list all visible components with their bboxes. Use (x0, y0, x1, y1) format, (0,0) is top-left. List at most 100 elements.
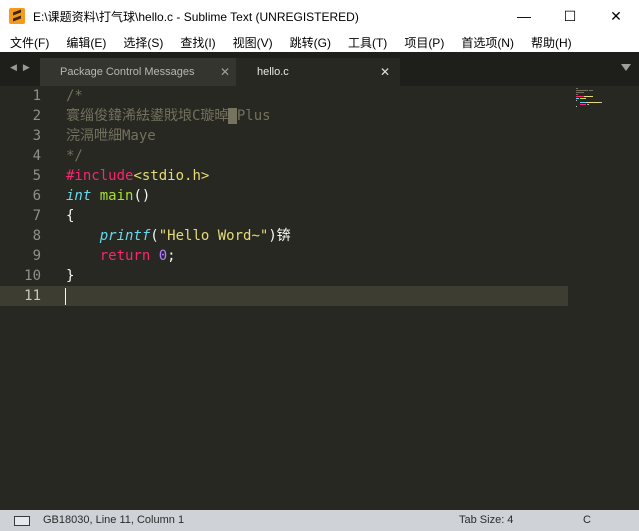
code-line[interactable]: printf("Hello Word~")锛 (66, 226, 291, 246)
minimap-line (580, 104, 586, 105)
sublime-text-icon (9, 8, 25, 24)
code-line[interactable]: int main() (66, 186, 150, 206)
code-token: ( (150, 228, 159, 244)
minimap-line (576, 100, 577, 101)
minimize-button[interactable]: — (501, 0, 547, 32)
line-number: 9 (0, 246, 48, 266)
code-token: () (133, 188, 151, 204)
line-number: 10 (0, 266, 48, 286)
title-bar: E:\课题资料\打气球\hello.c - Sublime Text (UNRE… (0, 0, 639, 32)
line-number: 8 (0, 226, 48, 246)
minimap-line (588, 104, 589, 105)
menu-file[interactable]: 文件(F) (0, 34, 56, 51)
tab-hello-c[interactable]: hello.c ✕ (236, 58, 400, 86)
line-number: 3 (0, 126, 48, 146)
minimap-line (589, 90, 593, 91)
line-number-text: 2 (32, 108, 41, 124)
minimap-line (587, 102, 600, 103)
code-line[interactable]: return 0; (66, 246, 176, 266)
code-token: } (66, 268, 75, 284)
minimap-line (576, 92, 584, 93)
menu-help[interactable]: 帮助(H) (521, 34, 579, 51)
minimap-line (576, 88, 578, 89)
code-token: return (99, 248, 151, 264)
code-token (228, 108, 237, 124)
tab-package-control-messages[interactable]: Package Control Messages ✕ (40, 58, 240, 86)
menu-goto[interactable]: 跳转(G) (280, 34, 338, 51)
line-number-text: 7 (32, 208, 41, 224)
window-title: E:\课题资料\打气球\hello.c - Sublime Text (UNRE… (33, 9, 359, 24)
code-token: { (66, 208, 75, 224)
tab-bar: ◀ ▶ Package Control Messages ✕ hello.c ✕ (0, 52, 639, 86)
menu-selection[interactable]: 选择(S) (113, 34, 170, 51)
code-token: /* (66, 88, 83, 104)
menu-find[interactable]: 查找(I) (170, 34, 222, 51)
current-line-highlight (0, 286, 568, 306)
code-token: )锛 (268, 228, 291, 244)
code-line[interactable]: 浣滆呭細Maye (66, 126, 156, 146)
code-token: main (99, 188, 134, 204)
tab-close-icon[interactable]: ✕ (380, 65, 390, 79)
menu-project[interactable]: 项目(P) (394, 34, 451, 51)
tab-back-icon[interactable]: ◀ (10, 62, 17, 73)
line-number: 7 (0, 206, 48, 226)
line-number: 6 (0, 186, 48, 206)
maximize-button[interactable]: ☐ (547, 0, 593, 32)
minimap-line (576, 96, 584, 97)
line-number-text: 4 (32, 148, 41, 164)
tab-label: hello.c (257, 66, 289, 78)
text-cursor (65, 288, 66, 305)
line-number-text: 11 (24, 288, 41, 304)
code-token: 0 (158, 248, 168, 264)
menu-tools[interactable]: 工具(T) (338, 34, 394, 51)
window-controls: — ☐ ✕ (501, 0, 639, 32)
line-number-text: 3 (32, 128, 41, 144)
code-line[interactable]: */ (66, 146, 83, 166)
menu-view[interactable]: 视图(V) (223, 34, 280, 51)
minimap-line (576, 94, 578, 95)
status-bar: GB18030, Line 11, Column 1 Tab Size: 4 C (0, 510, 639, 531)
line-number-text: 9 (32, 248, 41, 264)
line-number-text: 1 (32, 88, 41, 104)
code-token: Plus (236, 108, 271, 124)
code-token: printf (99, 228, 151, 244)
code-token: int (66, 188, 92, 204)
code-token: <stdio.h> (133, 168, 210, 184)
menu-preferences[interactable]: 首选项(N) (451, 34, 521, 51)
line-number-text: 6 (32, 188, 41, 204)
tab-size-status[interactable]: Tab Size: 4 (459, 514, 513, 526)
line-number: 11 (0, 286, 48, 306)
close-button[interactable]: ✕ (593, 0, 639, 32)
code-token: 寰缁俊鍏浠紶鍙戝埌C璇晫 (66, 108, 229, 124)
code-line[interactable]: 寰缁俊鍏浠紶鍙戝埌C璇晫 Plus (66, 106, 271, 126)
tab-list-dropdown-icon[interactable] (621, 64, 631, 71)
code-token: */ (66, 148, 83, 164)
panel-toggle-icon[interactable] (14, 516, 30, 526)
minimap-line (576, 106, 577, 107)
syntax-status[interactable]: C (583, 514, 591, 526)
minimap-line (576, 90, 588, 91)
tab-close-icon[interactable]: ✕ (220, 65, 230, 79)
code-line[interactable]: /* (66, 86, 83, 106)
line-number: 4 (0, 146, 48, 166)
code-token: #include (66, 168, 134, 184)
tab-forward-icon[interactable]: ▶ (23, 62, 30, 73)
line-number: 2 (0, 106, 48, 126)
minimap[interactable] (572, 86, 639, 116)
menu-bar: 文件(F) 编辑(E) 选择(S) 查找(I) 视图(V) 跳转(G) 工具(T… (0, 32, 639, 52)
code-line[interactable]: #include<stdio.h> (66, 166, 209, 186)
code-editor[interactable]: 1 2 3 4 5 6 7 8 9 10 11 /* 寰缁俊鍏浠紶鍙戝埌C璇晫 Plus 浣滆呭細May… (0, 86, 639, 510)
code-token: ; (167, 248, 176, 264)
code-line[interactable]: } (66, 266, 74, 286)
line-number: 1 (0, 86, 48, 106)
menu-edit[interactable]: 编辑(E) (56, 34, 113, 51)
line-number-text: 10 (24, 268, 41, 284)
line-number-text: 5 (32, 168, 41, 184)
encoding-position-status[interactable]: GB18030, Line 11, Column 1 (43, 514, 184, 526)
code-line[interactable]: { (66, 206, 74, 226)
minimap-line (584, 96, 593, 97)
code-token: 浣滆呭細Maye (66, 128, 156, 144)
